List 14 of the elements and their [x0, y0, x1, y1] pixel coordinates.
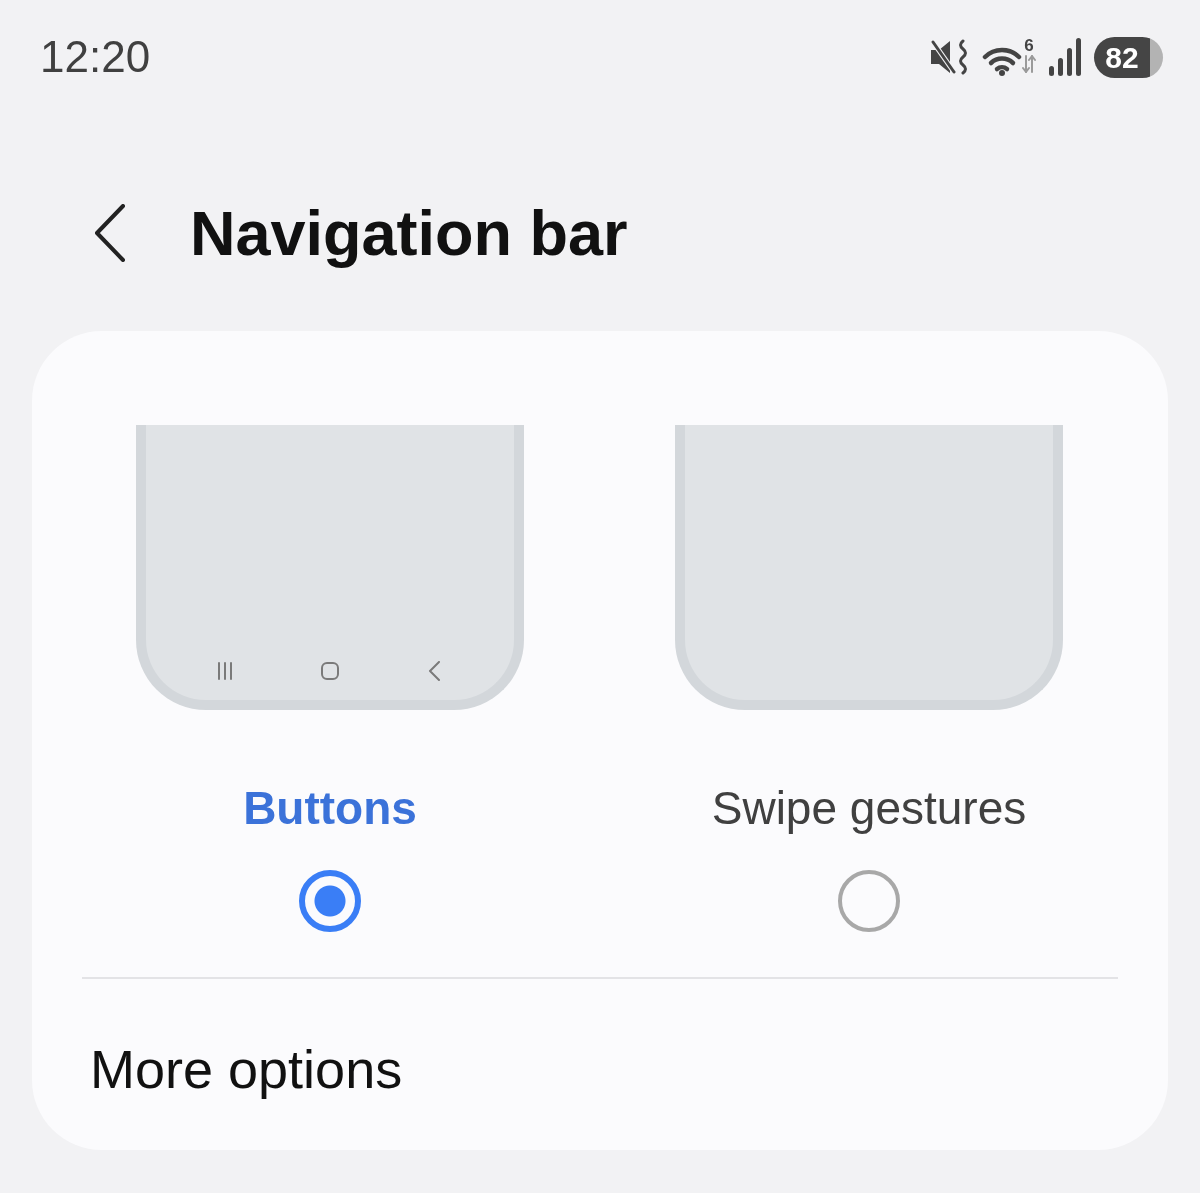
signal-icon [1048, 38, 1082, 76]
page-title: Navigation bar [190, 196, 628, 269]
back-icon[interactable] [94, 203, 126, 262]
recents-icon [215, 661, 235, 681]
data-arrows-icon [1022, 54, 1036, 74]
option-label: Swipe gestures [711, 781, 1027, 835]
clock-time: 12:20 [40, 32, 151, 82]
option-label: Buttons [243, 781, 417, 835]
home-icon [320, 661, 340, 681]
wifi-standard-label: 6 [1024, 38, 1034, 54]
battery-level: 82 [1094, 36, 1163, 78]
speaker-muted-icon [930, 39, 970, 75]
radio-button[interactable] [838, 870, 900, 932]
more-options-item[interactable]: More options [90, 1037, 403, 1100]
